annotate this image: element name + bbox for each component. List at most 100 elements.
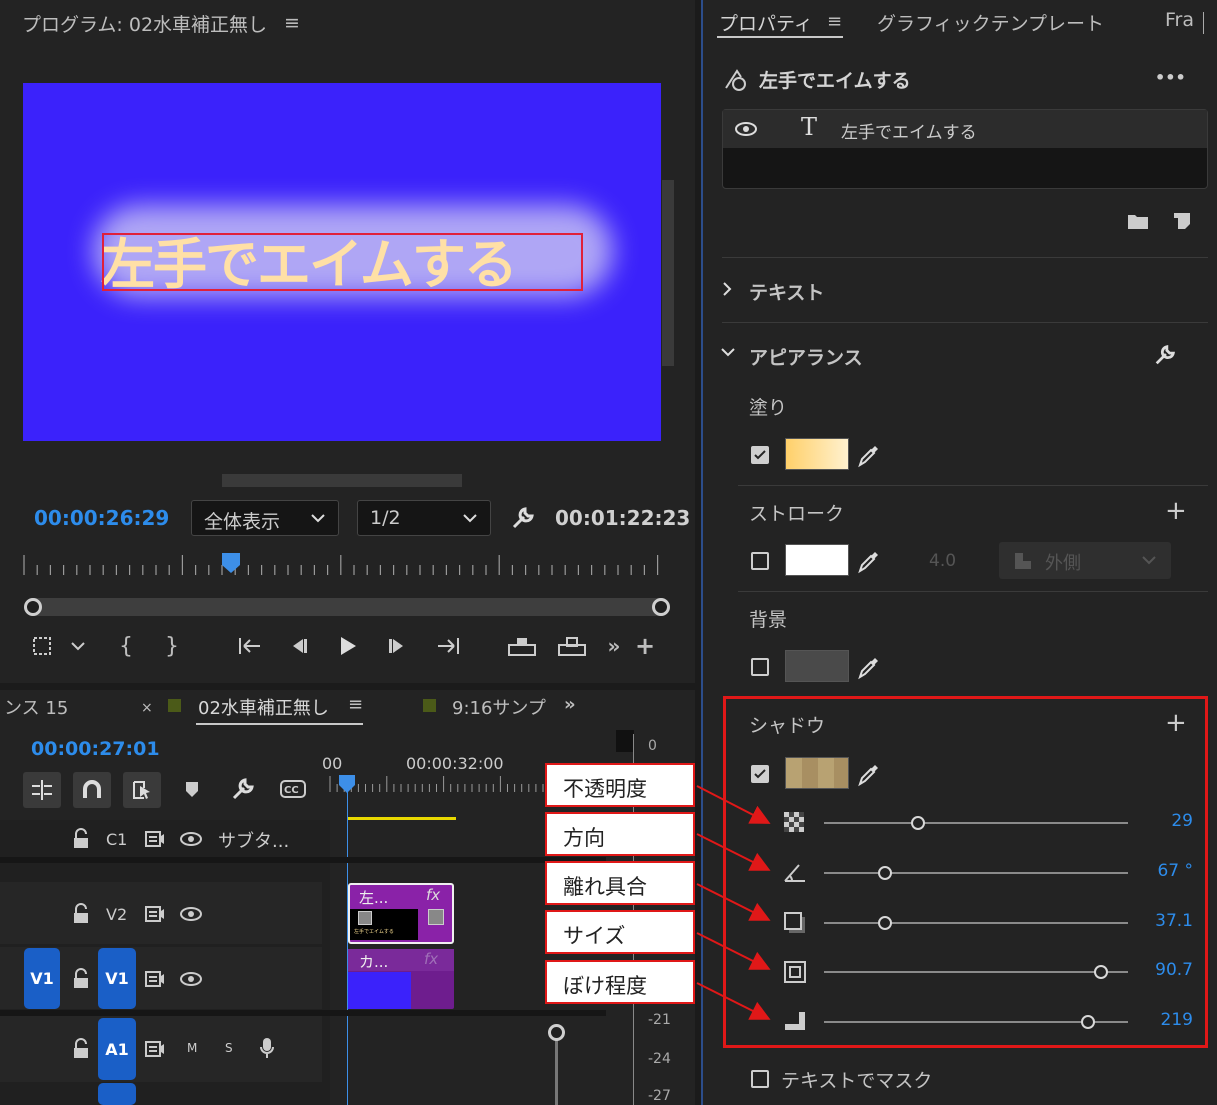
- linked-selection-icon[interactable]: [123, 772, 161, 808]
- marker-in-out-icon[interactable]: [28, 633, 56, 659]
- stroke-checkbox[interactable]: [751, 552, 769, 570]
- more-controls-icon[interactable]: »: [604, 633, 624, 659]
- tab-02-active[interactable]: 02水車補正無し: [198, 694, 329, 720]
- clip-v2-graphic[interactable]: 左... fx 左手でエイムする: [348, 883, 454, 944]
- vertical-scrollbar[interactable]: [662, 180, 674, 366]
- chevron-down-icon[interactable]: [66, 633, 90, 659]
- layer-row[interactable]: T 左手でエイムする: [723, 110, 1207, 148]
- close-tab-icon[interactable]: ×: [141, 700, 153, 716]
- eyedropper-icon[interactable]: [857, 654, 881, 680]
- source-patch-v1[interactable]: V1: [24, 948, 60, 1009]
- zoom-dropdown[interactable]: 全体表示: [191, 500, 339, 536]
- panel-menu-icon[interactable]: ≡: [827, 11, 842, 32]
- timeline-playhead[interactable]: [339, 775, 355, 793]
- background-color-swatch[interactable]: [785, 650, 849, 682]
- go-to-in-icon[interactable]: [234, 633, 266, 659]
- sequence-color-icon: [168, 699, 181, 712]
- eye-icon[interactable]: [180, 972, 202, 986]
- sync-lock-icon[interactable]: [145, 905, 165, 923]
- monitor-ruler[interactable]: [22, 553, 670, 577]
- zoom-left-handle[interactable]: [24, 598, 42, 616]
- extract-icon[interactable]: [556, 633, 588, 659]
- section-appearance[interactable]: アピアランス: [749, 343, 863, 370]
- panel-menu-icon[interactable]: ≡: [348, 694, 363, 715]
- timeline-scroll-track[interactable]: [555, 1032, 558, 1105]
- chevron-down-icon[interactable]: [719, 346, 737, 360]
- track-target-v1[interactable]: V1: [98, 948, 136, 1009]
- meter-label-21: -21: [648, 1012, 671, 1028]
- stroke-width-value[interactable]: 4.0: [929, 551, 956, 571]
- add-button-icon[interactable]: +: [634, 632, 656, 660]
- wrench-icon[interactable]: [510, 505, 536, 531]
- snap-magnet-icon[interactable]: [73, 772, 111, 808]
- captions-icon[interactable]: CC: [280, 780, 306, 798]
- mark-in-icon[interactable]: {: [114, 633, 138, 659]
- fx-badge[interactable]: fx: [424, 950, 438, 968]
- solo-button[interactable]: S: [225, 1041, 233, 1055]
- timeline-timecode[interactable]: 00:00:27:01: [31, 738, 160, 760]
- tab-graphic-templates[interactable]: グラフィックテンプレート: [877, 9, 1104, 36]
- track-label-v2: V2: [106, 905, 128, 924]
- stroke-color-swatch[interactable]: [785, 544, 849, 576]
- callout-size: サイズ: [545, 910, 695, 954]
- new-item-icon[interactable]: [1173, 212, 1191, 230]
- video-frame[interactable]: 左手でエイムする: [23, 83, 661, 441]
- go-to-out-icon[interactable]: [432, 633, 464, 659]
- timeline-ruler[interactable]: [328, 776, 546, 794]
- sync-lock-icon[interactable]: [145, 1040, 165, 1058]
- monitor-playhead[interactable]: [222, 553, 240, 573]
- horizontal-scrollbar[interactable]: [222, 474, 462, 487]
- section-text[interactable]: テキスト: [749, 278, 824, 305]
- resolution-dropdown[interactable]: 1/2: [357, 500, 491, 536]
- background-checkbox[interactable]: [751, 658, 769, 676]
- active-tab-underline: [196, 723, 363, 725]
- timeline-scroll-handle[interactable]: [548, 1024, 565, 1041]
- text-selection-box[interactable]: [102, 233, 583, 291]
- timeline-wrench-icon[interactable]: [230, 776, 256, 802]
- mask-with-text-checkbox[interactable]: [751, 1070, 769, 1088]
- track-target-a2[interactable]: [98, 1083, 136, 1105]
- more-tabs-icon[interactable]: »: [564, 694, 576, 715]
- play-icon[interactable]: [335, 633, 361, 659]
- lock-icon[interactable]: [72, 903, 90, 925]
- eye-icon[interactable]: [735, 122, 757, 136]
- wrench-icon[interactable]: [1153, 342, 1177, 368]
- tab-sequence-15[interactable]: ンス 15: [4, 694, 68, 720]
- eyedropper-icon[interactable]: [857, 442, 881, 468]
- track-target-a1[interactable]: A1: [98, 1018, 136, 1080]
- nest-toggle-icon[interactable]: [23, 772, 61, 808]
- more-options-icon[interactable]: •••: [1155, 68, 1186, 87]
- zoom-scroll-bar[interactable]: [24, 598, 670, 616]
- eye-icon[interactable]: [180, 907, 202, 921]
- fill-checkbox[interactable]: [751, 446, 769, 464]
- lock-icon[interactable]: [72, 1038, 90, 1060]
- sync-lock-icon[interactable]: [145, 970, 165, 988]
- chevron-right-icon[interactable]: [721, 280, 733, 298]
- eye-icon[interactable]: [180, 832, 202, 846]
- lock-icon[interactable]: [72, 968, 90, 990]
- lock-icon[interactable]: [72, 828, 90, 850]
- current-timecode[interactable]: 00:00:26:29: [34, 506, 169, 530]
- mute-button[interactable]: M: [187, 1041, 197, 1055]
- zoom-right-handle[interactable]: [652, 598, 670, 616]
- eyedropper-icon[interactable]: [857, 548, 881, 574]
- mark-out-icon[interactable]: }: [160, 633, 184, 659]
- clip-v1[interactable]: カ... fx: [348, 949, 454, 1009]
- new-group-folder-icon[interactable]: [1127, 212, 1149, 230]
- stroke-position-dropdown[interactable]: 外側: [999, 542, 1171, 579]
- step-forward-icon[interactable]: [384, 633, 410, 659]
- tab-9-16-sample[interactable]: 9:16サンプ: [452, 694, 546, 720]
- step-back-icon[interactable]: [286, 633, 312, 659]
- lift-icon[interactable]: [506, 633, 538, 659]
- add-marker-icon[interactable]: [184, 780, 200, 798]
- microphone-icon[interactable]: [259, 1036, 275, 1060]
- tab-frame[interactable]: Fra: [1165, 9, 1194, 31]
- panel-menu-icon[interactable]: ≡: [284, 12, 300, 34]
- mask-with-text-label[interactable]: テキストでマスク: [781, 1066, 932, 1093]
- fill-color-swatch[interactable]: [785, 438, 849, 470]
- tab-properties[interactable]: プロパティ: [719, 9, 813, 36]
- fx-badge[interactable]: fx: [426, 886, 440, 904]
- sync-lock-icon[interactable]: [145, 830, 165, 848]
- work-area-bar[interactable]: [348, 817, 456, 820]
- add-stroke-button[interactable]: +: [1165, 496, 1187, 526]
